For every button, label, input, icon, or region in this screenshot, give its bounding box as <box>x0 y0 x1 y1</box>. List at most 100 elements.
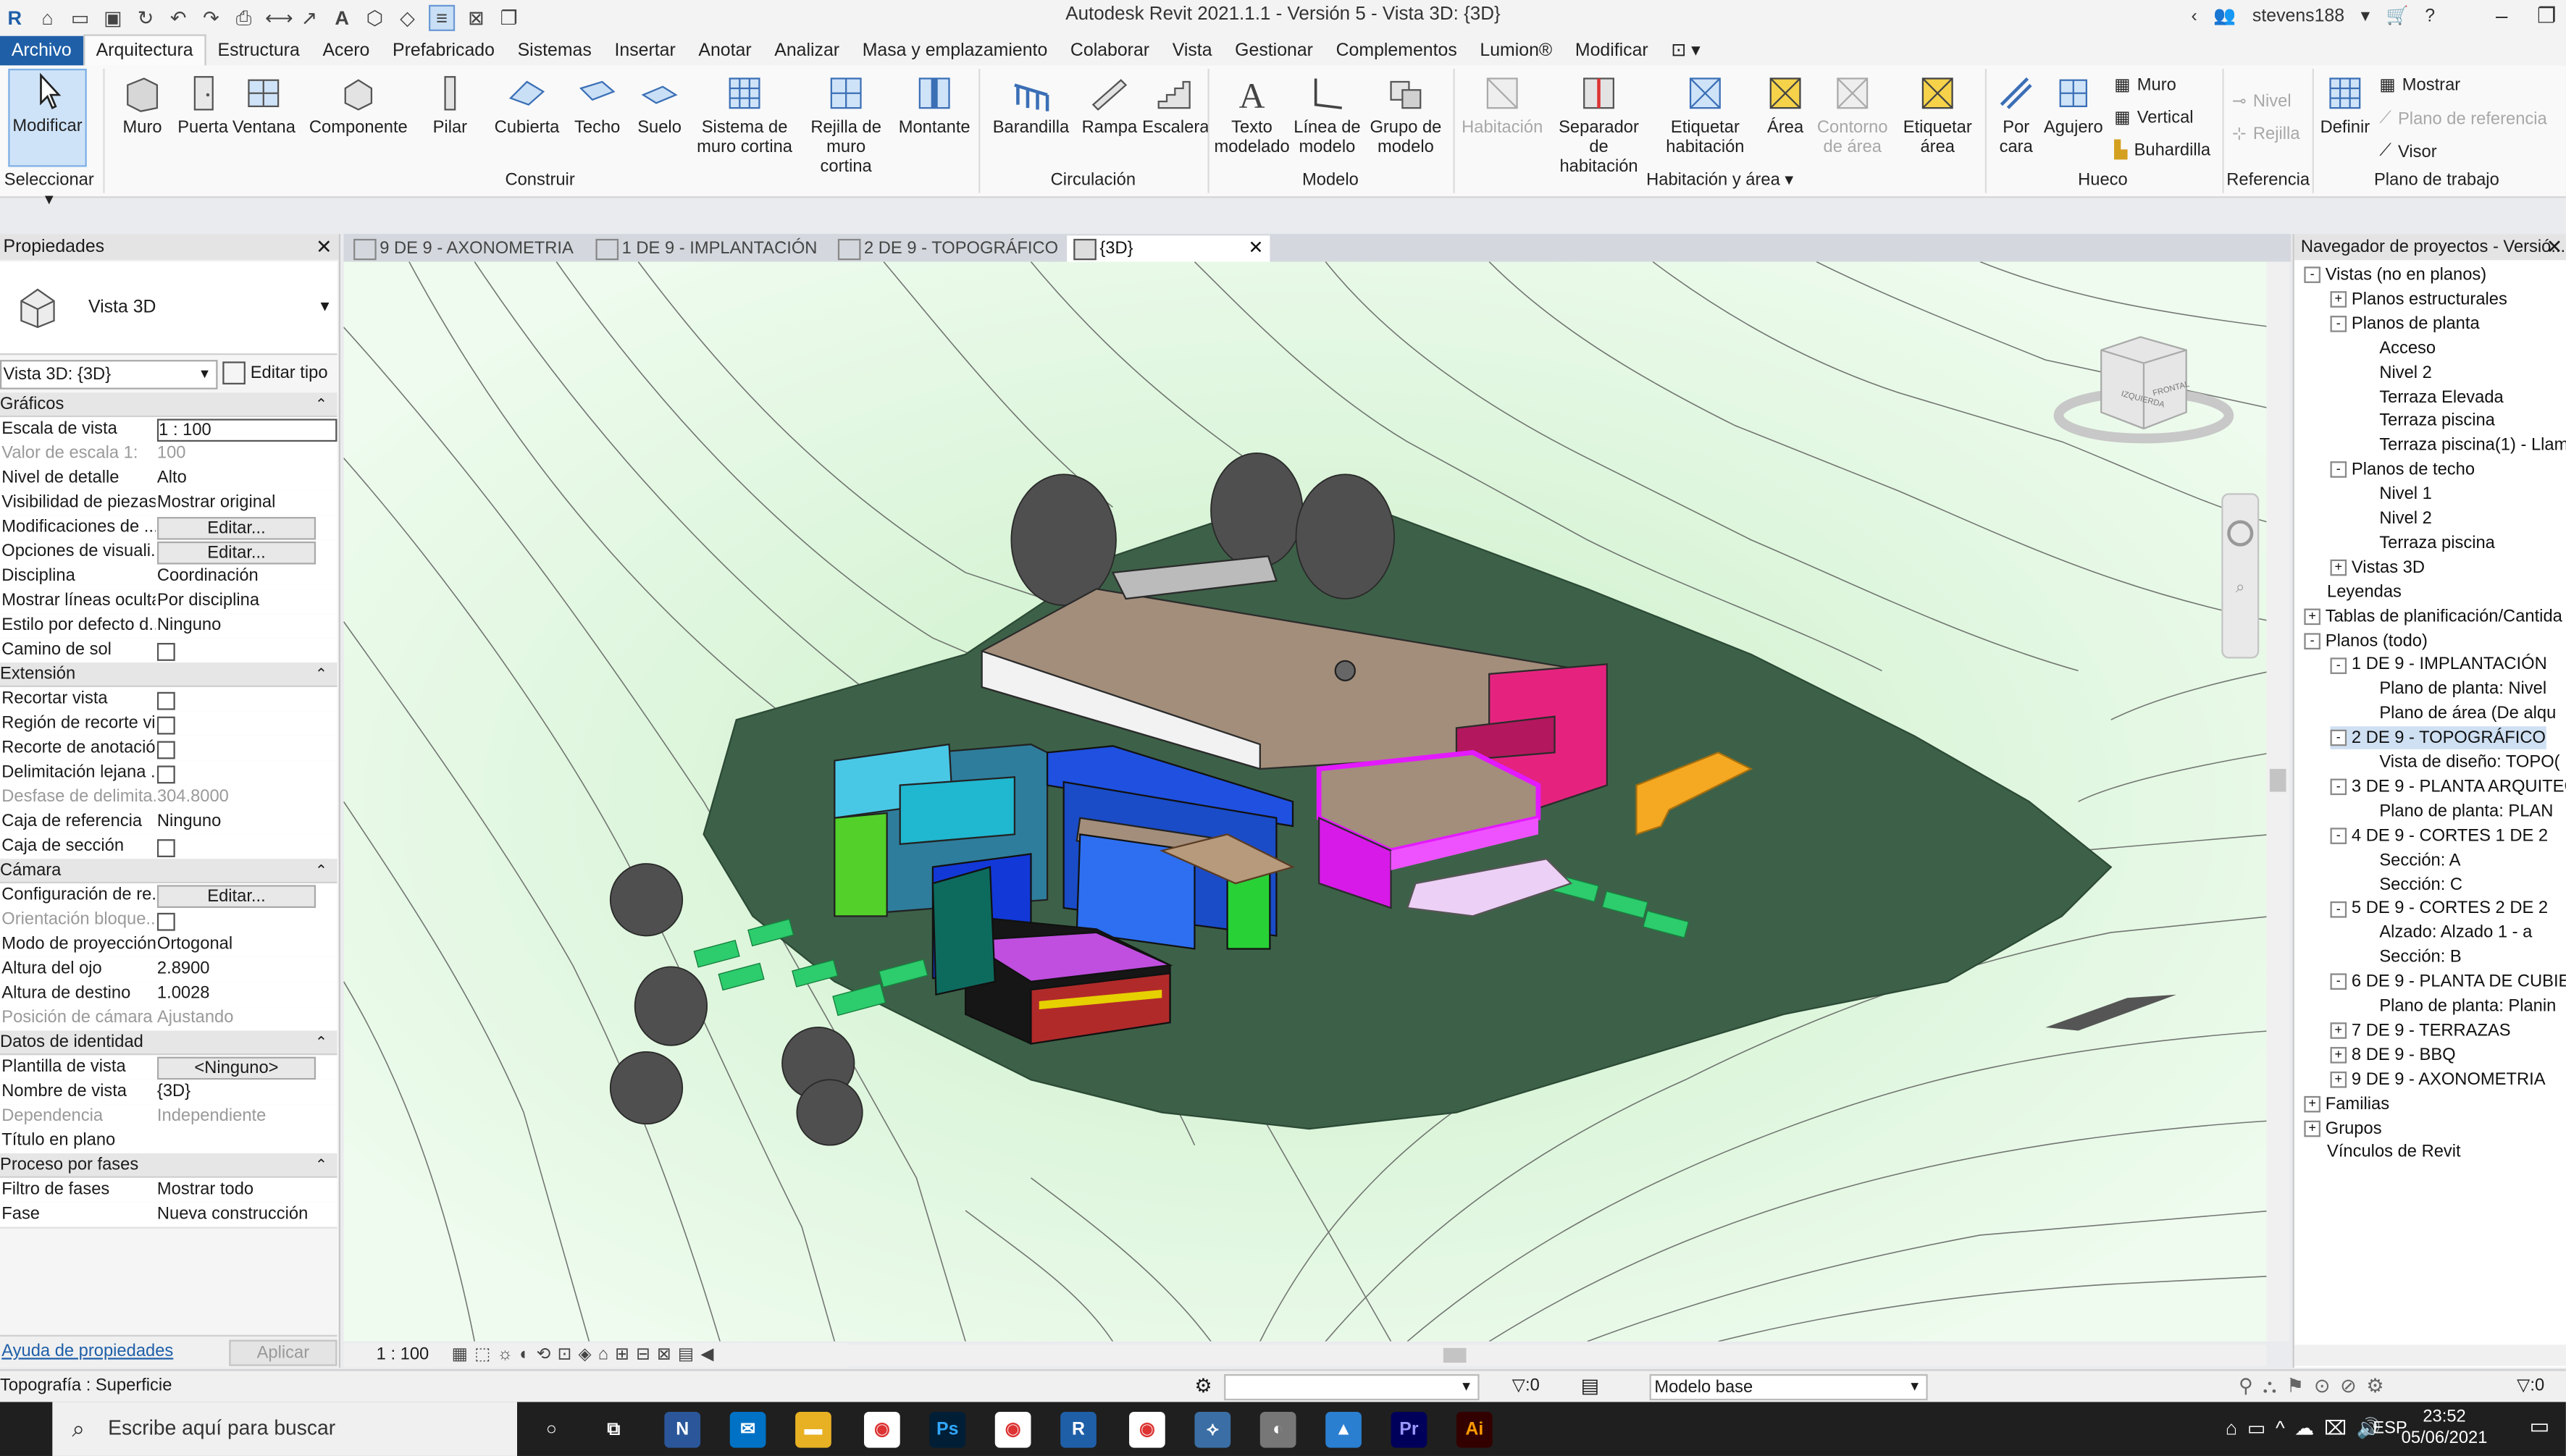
shaft-button[interactable]: Agujero <box>2042 72 2105 138</box>
sync-icon[interactable]: ↻ <box>134 7 157 30</box>
property-value[interactable]: Ajustando <box>157 1006 334 1031</box>
browser-node[interactable]: +7 DE 9 - TERRAZAS <box>2330 1019 2511 1042</box>
wall-button[interactable]: Muro <box>114 72 170 138</box>
browser-node[interactable]: - Vistas (no en planos) <box>2304 264 2486 287</box>
tab-insertar[interactable]: Insertar <box>603 36 687 66</box>
collapse-icon[interactable]: - <box>2304 632 2320 649</box>
close-icon[interactable]: ✕ <box>1249 235 1264 261</box>
browser-node[interactable]: -6 DE 9 - PLANTA DE CUBIERTA <box>2330 970 2566 993</box>
habitacion-label[interactable]: Habitación y área ▾ <box>1456 170 1984 190</box>
property-edit-button[interactable]: Editar... <box>156 541 316 565</box>
browser-node[interactable]: +9 DE 9 - AXONOMETRIA <box>2330 1068 2546 1091</box>
selection-toggle-icons[interactable]: ⚲⛬⚑⊙⊘⚙ <box>2239 1374 2394 1399</box>
view-tab-3d[interactable]: {3D} ✕ <box>1067 235 1270 262</box>
photos-icon[interactable]: ▲ <box>1325 1411 1362 1448</box>
photoshop-icon[interactable]: Ps <box>929 1411 966 1448</box>
chrome-icon[interactable]: ◉ <box>864 1411 900 1448</box>
property-value[interactable]: 1.0028 <box>157 982 334 1006</box>
collapse-icon[interactable]: - <box>2304 266 2320 284</box>
property-checkbox[interactable] <box>156 839 175 857</box>
browser-node[interactable]: Acceso <box>2357 337 2436 360</box>
roof-button[interactable]: Cubierta <box>491 72 563 138</box>
property-value[interactable]: Mostrar original <box>157 491 334 516</box>
view-tab-implantacion[interactable]: 1 DE 9 - IMPLANTACIÓN <box>589 235 851 261</box>
clock[interactable]: 23:52 05/06/2021 <box>2402 1407 2488 1449</box>
tag-area-button[interactable]: Etiquetar área <box>1895 72 1980 157</box>
property-checkbox[interactable] <box>156 691 175 710</box>
view-tab-axonometria[interactable]: 9 DE 9 - AXONOMETRIA <box>347 235 609 261</box>
section-icon[interactable]: ◇ <box>396 7 419 30</box>
view-instance-dropdown[interactable]: Vista 3D: {3D} ▼ <box>0 360 218 390</box>
browser-node[interactable]: - Planos de techo <box>2330 458 2475 481</box>
lumion-icon[interactable]: ◐ <box>1259 1411 1296 1448</box>
tab-acero[interactable]: Acero <box>311 36 382 66</box>
browser-node[interactable]: + Vistas 3D <box>2330 556 2425 579</box>
grid-button[interactable]: ⊹ Rejilla <box>2232 125 2300 144</box>
browser-node[interactable]: + Familias <box>2304 1092 2389 1115</box>
mail-icon[interactable]: ✉ <box>729 1411 766 1448</box>
dormer-button[interactable]: ▙ Buhardilla <box>2114 140 2210 160</box>
room-separator-button[interactable]: Separador de habitación <box>1548 72 1649 177</box>
browser-node[interactable]: Plano de planta: PLAN <box>2357 799 2553 822</box>
property-checkbox[interactable] <box>156 765 175 784</box>
ramp-button[interactable]: Rampa <box>1080 72 1139 138</box>
browser-node[interactable]: Nivel 1 <box>2357 483 2432 506</box>
browser-node[interactable]: -5 DE 9 - CORTES 2 DE 2 <box>2330 897 2548 920</box>
browser-node[interactable]: Sección: A <box>2357 849 2460 872</box>
apply-button[interactable]: Aplicar <box>229 1339 337 1366</box>
chevron-down-icon[interactable]: ▾ <box>2361 5 2370 26</box>
tab-modificar[interactable]: Modificar <box>1564 36 1659 66</box>
collapse-icon[interactable]: - <box>2330 901 2347 917</box>
browser-node[interactable]: Terraza piscina <box>2357 531 2495 555</box>
level-button[interactable]: ⊸ Nivel <box>2232 92 2292 111</box>
view-control-icons[interactable]: ▦⬚☼◐⟲⊡◈⌂⊞⊟⊠▤◀ <box>452 1343 721 1368</box>
collapse-icon[interactable]: ⌃ <box>315 392 327 416</box>
property-category[interactable]: Proceso por fases ⌃ <box>0 1153 337 1178</box>
tab-estructura[interactable]: Estructura <box>206 36 311 66</box>
browser-node[interactable]: - Planos (todo) <box>2304 629 2428 652</box>
property-edit-button[interactable]: <Ninguno> <box>156 1056 316 1080</box>
browser-node[interactable]: + Grupos <box>2304 1116 2382 1140</box>
illustrator-icon[interactable]: Ai <box>1456 1411 1493 1448</box>
view-scale[interactable]: 1 : 100 <box>377 1343 429 1368</box>
file-explorer-icon[interactable]: ▬ <box>795 1411 831 1448</box>
browser-node[interactable]: Sección: C <box>2357 872 2462 896</box>
browser-hscroll[interactable] <box>2294 1345 2566 1366</box>
print-icon[interactable]: ⎙ <box>232 7 256 30</box>
notification-icon[interactable]: ▭ <box>2530 1413 2550 1439</box>
dimension-icon[interactable]: ↗ <box>298 7 321 30</box>
area-boundary-button[interactable]: Contorno de área <box>1814 72 1892 157</box>
collapse-icon[interactable]: ⌃ <box>315 859 327 882</box>
task-view-icon[interactable]: ⧉ <box>595 1412 632 1448</box>
property-category[interactable]: Datos de identidad ⌃ <box>0 1030 337 1056</box>
expand-icon[interactable]: + <box>2304 1120 2320 1137</box>
minimize-icon[interactable]: – <box>2496 4 2507 30</box>
type-selector[interactable]: Vista 3D ▼ <box>0 261 337 355</box>
3d-view-icon[interactable]: ⬡ <box>364 7 387 30</box>
property-checkbox[interactable] <box>156 741 175 759</box>
collapse-icon[interactable]: ⌃ <box>315 1030 327 1053</box>
property-category[interactable]: Extensión ⌃ <box>0 662 337 687</box>
edit-type-button[interactable]: Editar tipo <box>222 360 334 386</box>
onenote-icon[interactable]: N <box>664 1411 701 1448</box>
browser-node[interactable]: Leyendas <box>2304 580 2402 603</box>
browser-node[interactable]: -1 DE 9 - IMPLANTACIÓN <box>2330 653 2547 676</box>
vertical-scrollbar[interactable] <box>2266 261 2290 1342</box>
browser-node[interactable]: Vista de diseño: TOPO( <box>2357 751 2559 774</box>
premiere-icon[interactable]: Pr <box>1391 1411 1427 1448</box>
show-workplane-button[interactable]: ▦ Mostrar <box>2379 75 2460 95</box>
vertical-opening-button[interactable]: ▦ Vertical <box>2114 108 2193 127</box>
browser-node[interactable]: Terraza Elevada <box>2357 385 2503 408</box>
expand-icon[interactable]: + <box>2330 1071 2347 1088</box>
expand-icon[interactable]: + <box>2330 1022 2347 1040</box>
column-button[interactable]: Pilar <box>425 72 474 138</box>
property-edit-button[interactable]: Editar... <box>156 517 316 540</box>
browser-node[interactable]: Sección: B <box>2357 946 2461 969</box>
property-value[interactable]: Por disciplina <box>157 589 334 613</box>
scroll-thumb[interactable] <box>2269 768 2286 792</box>
view-tab-topografico[interactable]: 2 DE 9 - TOPOGRÁFICO <box>831 235 1086 261</box>
measure-icon[interactable]: ⟷ <box>265 7 293 30</box>
design-options-icon[interactable]: ▤ <box>1581 1374 1600 1397</box>
collapse-icon[interactable]: - <box>2330 462 2347 479</box>
seleccionar-label[interactable]: Seleccionar ▾ <box>0 170 98 209</box>
